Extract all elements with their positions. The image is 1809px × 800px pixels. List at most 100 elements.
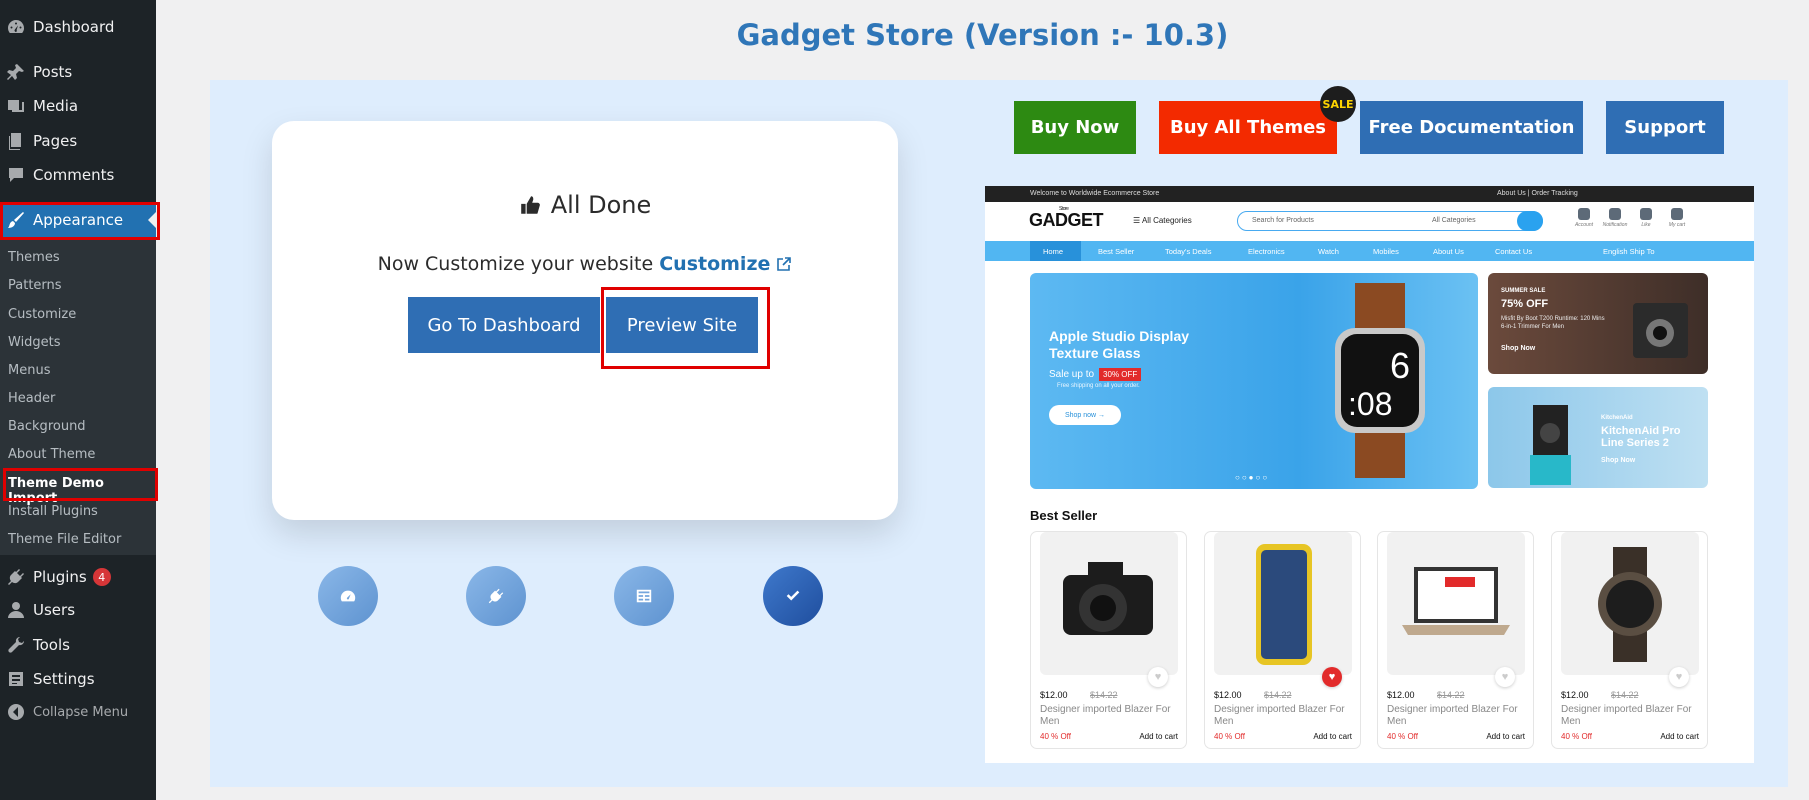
menu-posts[interactable]: Posts bbox=[0, 55, 156, 89]
preview-nav-watch: Watch bbox=[1318, 247, 1339, 256]
preview-side1-tag: SUMMER SALE bbox=[1501, 288, 1546, 294]
preview-account-icon: Account bbox=[1569, 208, 1599, 228]
table-icon bbox=[636, 589, 652, 603]
preview-best-seller-heading: Best Seller bbox=[1030, 508, 1098, 523]
preview-navbar: Home Best Seller Today's Deals Electroni… bbox=[985, 241, 1754, 261]
preview-nav-todays-deals: Today's Deals bbox=[1165, 247, 1212, 256]
step-dashboard[interactable] bbox=[318, 566, 378, 626]
preview-product-add-to-cart: Add to cart bbox=[1139, 732, 1178, 741]
users-icon bbox=[8, 602, 24, 618]
preview-site-button[interactable]: Preview Site bbox=[606, 297, 758, 353]
collapse-menu-button[interactable]: Collapse Menu bbox=[0, 695, 156, 729]
menu-pages[interactable]: Pages bbox=[0, 124, 156, 158]
menu-media-label: Media bbox=[33, 97, 79, 115]
wristwatch-image bbox=[1598, 547, 1662, 662]
appearance-submenu: Themes Patterns Customize Widgets Menus … bbox=[0, 237, 156, 555]
preview-product-add-to-cart: Add to cart bbox=[1660, 732, 1699, 741]
preview-product-image bbox=[1214, 532, 1352, 675]
preview-topbar-welcome: Welcome to Worldwide Ecommerce Store bbox=[1030, 190, 1160, 197]
preview-product-image bbox=[1387, 532, 1525, 675]
collapse-menu-label: Collapse Menu bbox=[33, 704, 129, 720]
support-button[interactable]: Support bbox=[1606, 101, 1724, 154]
preview-product-card: ♥ $12.00 $14.22 Designer imported Blazer… bbox=[1204, 531, 1361, 749]
smartwatch-image: 6 :08 bbox=[1335, 283, 1425, 478]
submenu-themes[interactable]: Themes bbox=[8, 250, 60, 265]
preview-notification-icon: Notification bbox=[1600, 208, 1630, 228]
preview-side2-shop: Shop Now bbox=[1601, 457, 1636, 464]
preview-cart-icon: My cart bbox=[1662, 208, 1692, 228]
step-plugins[interactable] bbox=[466, 566, 526, 626]
free-documentation-button[interactable]: Free Documentation bbox=[1360, 101, 1583, 154]
menu-plugins[interactable]: Plugins 4 bbox=[0, 560, 156, 594]
submenu-customize[interactable]: Customize bbox=[8, 307, 76, 322]
preview-nav-right: English Ship To bbox=[1603, 247, 1655, 256]
submenu-patterns[interactable]: Patterns bbox=[8, 278, 62, 293]
preview-product-name: Designer imported Blazer For Men bbox=[1387, 704, 1518, 727]
menu-comments[interactable]: Comments bbox=[0, 158, 156, 192]
submenu-install-plugins[interactable]: Install Plugins bbox=[8, 504, 98, 519]
watch-time-bottom: :08 bbox=[1348, 386, 1392, 422]
submenu-about-theme[interactable]: About Theme bbox=[8, 447, 95, 462]
all-done-title: All Done bbox=[550, 191, 652, 219]
step-demo-content[interactable] bbox=[614, 566, 674, 626]
menu-dashboard[interactable]: Dashboard bbox=[0, 10, 156, 44]
menu-appearance[interactable]: Appearance bbox=[0, 203, 156, 237]
menu-plugins-label: Plugins bbox=[33, 568, 87, 586]
menu-comments-label: Comments bbox=[33, 166, 115, 184]
preview-nav-mobiles: Mobiles bbox=[1373, 247, 1399, 256]
submenu-theme-file-editor[interactable]: Theme File Editor bbox=[8, 532, 121, 547]
preview-product-old-price: $14.22 bbox=[1264, 690, 1292, 700]
customize-link[interactable]: Customize bbox=[659, 253, 770, 275]
preview-all-categories-label: All Categories bbox=[1141, 216, 1192, 225]
menu-users[interactable]: Users bbox=[0, 593, 156, 627]
theme-preview-image: Welcome to Worldwide Ecommerce Store Abo… bbox=[985, 186, 1754, 763]
submenu-menus[interactable]: Menus bbox=[8, 363, 50, 378]
menu-users-label: Users bbox=[33, 601, 76, 619]
menu-settings[interactable]: Settings bbox=[0, 662, 156, 696]
step-done[interactable] bbox=[763, 566, 823, 626]
submenu-theme-demo-import[interactable]: Theme Demo Import bbox=[8, 476, 156, 506]
preview-hero-shop: Shop now → bbox=[1049, 405, 1121, 425]
submenu-widgets[interactable]: Widgets bbox=[8, 335, 61, 350]
preview-product-name: Designer imported Blazer For Men bbox=[1214, 704, 1345, 727]
menu-media[interactable]: Media bbox=[0, 89, 156, 123]
preview-side1-title: 75% OFF bbox=[1501, 298, 1549, 310]
preview-account-label: Account bbox=[1574, 222, 1594, 228]
preview-hero-pct: 30% OFF bbox=[1099, 368, 1142, 381]
preview-notification-label: Notification bbox=[1602, 222, 1628, 228]
menu-dashboard-label: Dashboard bbox=[33, 18, 115, 36]
submenu-background[interactable]: Background bbox=[8, 419, 86, 434]
buy-all-themes-button[interactable]: Buy All Themes bbox=[1159, 101, 1337, 154]
preview-product-price: $12.00 bbox=[1561, 690, 1589, 700]
comment-icon bbox=[9, 168, 23, 182]
preview-logo-text: GADGET bbox=[1029, 210, 1104, 230]
menu-settings-label: Settings bbox=[33, 670, 95, 688]
preview-hero-shop-label: Shop now bbox=[1064, 411, 1097, 419]
preview-logo: Store GADGET bbox=[1029, 206, 1104, 231]
preview-product-image bbox=[1040, 532, 1178, 675]
external-link-icon[interactable] bbox=[776, 256, 792, 272]
preview-hero-banner: Apple Studio Display Texture Glass Sale … bbox=[1030, 273, 1478, 489]
preview-side1-desc: Misfit By Boot T200 Runtime: 120 Mins 6-… bbox=[1501, 316, 1605, 330]
preview-product-old-price: $14.22 bbox=[1090, 690, 1118, 700]
preview-hero-shipping: Free shipping on all your order. bbox=[1057, 383, 1140, 389]
wrench-icon bbox=[8, 636, 25, 653]
menu-posts-label: Posts bbox=[33, 63, 73, 81]
preview-nav-contact: Contact Us bbox=[1495, 247, 1533, 256]
buy-now-button[interactable]: Buy Now bbox=[1014, 101, 1136, 154]
preview-nav-about: About Us bbox=[1433, 247, 1464, 256]
preview-product-image bbox=[1561, 532, 1699, 675]
preview-product-heart-icon: ♥ bbox=[1495, 667, 1515, 687]
paintbrush-icon bbox=[8, 212, 24, 228]
preview-all-categories: ☰ All Categories bbox=[1133, 216, 1192, 225]
speedometer-icon bbox=[340, 590, 356, 602]
submenu-header[interactable]: Header bbox=[8, 391, 55, 406]
preview-product-card: ♥ $12.00 $14.22 Designer imported Blazer… bbox=[1377, 531, 1534, 749]
pages-icon bbox=[9, 133, 21, 150]
preview-product-discount: 40 % Off bbox=[1387, 732, 1418, 741]
preview-side1-shop: Shop Now bbox=[1501, 345, 1536, 352]
go-to-dashboard-button[interactable]: Go To Dashboard bbox=[408, 297, 600, 353]
preview-product-price: $12.00 bbox=[1040, 690, 1068, 700]
menu-tools[interactable]: Tools bbox=[0, 628, 156, 662]
plug-icon bbox=[488, 588, 504, 604]
